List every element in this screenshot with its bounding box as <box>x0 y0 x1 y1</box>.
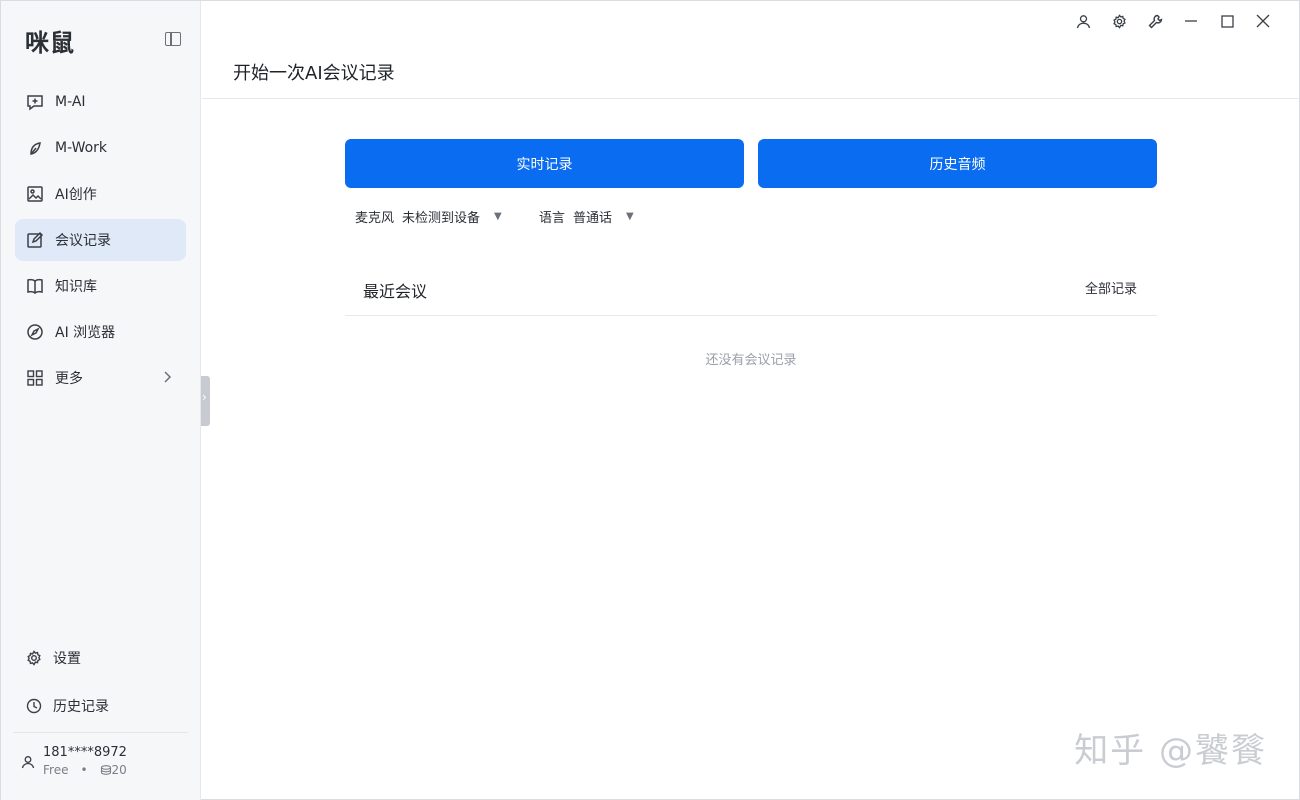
page-title: 开始一次AI会议记录 <box>233 63 395 84</box>
sidebar-item-label: AI创作 <box>55 187 97 203</box>
minimize-icon <box>1184 14 1198 28</box>
gear-icon <box>1112 13 1127 29</box>
app-window: 咪鼠 M-AI M-Work AI创作 会议记录 知识库 AI 浏览器 更多 设… <box>0 0 1300 800</box>
sidebar-item-more[interactable]: 更多 <box>15 357 186 399</box>
book-icon <box>25 276 45 296</box>
user-phone: 181****8972 <box>43 745 127 760</box>
settings-label: 设置 <box>53 651 81 667</box>
history-label: 历史记录 <box>53 699 109 715</box>
sidebar-divider <box>13 732 188 733</box>
sidebar-item-ai-create[interactable]: AI创作 <box>15 173 186 215</box>
history-button[interactable]: 历史记录 <box>25 696 109 716</box>
plan-badge: Free <box>43 763 69 777</box>
microphone-select[interactable]: 麦克风 未检测到设备 ▼ <box>355 207 502 226</box>
caret-down-icon: ▼ <box>626 211 634 222</box>
separator-dot: • <box>80 763 88 777</box>
leaf-icon <box>25 138 45 158</box>
sidebar-item-meeting-notes[interactable]: 会议记录 <box>15 219 186 261</box>
minimize-button[interactable] <box>1173 11 1209 31</box>
tools-button[interactable] <box>1137 11 1173 31</box>
recent-divider <box>345 315 1157 316</box>
close-icon <box>1256 14 1270 28</box>
history-audio-button[interactable]: 历史音频 <box>758 139 1157 188</box>
sidebar-item-label: M-Work <box>55 140 108 156</box>
maximize-button[interactable] <box>1209 11 1245 31</box>
microphone-value: 未检测到设备 <box>402 211 481 226</box>
maximize-icon <box>1220 14 1234 28</box>
sidebar-item-m-work[interactable]: M-Work <box>15 127 186 169</box>
user-icon <box>21 755 37 771</box>
recent-meetings-title: 最近会议 <box>363 282 428 301</box>
microphone-label: 麦克风 <box>355 211 395 226</box>
sidebar-item-label: M-AI <box>55 94 86 110</box>
sidebar-collapse-icon[interactable] <box>165 32 181 46</box>
caret-down-icon: ▼ <box>494 211 502 222</box>
close-button[interactable] <box>1245 11 1281 31</box>
settings-button[interactable] <box>1101 11 1137 31</box>
sidebar-item-label: 会议记录 <box>55 233 111 249</box>
app-logo: 咪鼠 <box>25 29 75 57</box>
sidebar: 咪鼠 M-AI M-Work AI创作 会议记录 知识库 AI 浏览器 更多 设… <box>1 1 201 800</box>
wrench-icon <box>1148 14 1163 29</box>
settings-button[interactable]: 设置 <box>25 648 81 668</box>
compass-icon <box>25 322 45 342</box>
chat-spark-icon <box>25 92 45 112</box>
all-records-link[interactable]: 全部记录 <box>1085 278 1137 297</box>
sidebar-item-label: 知识库 <box>55 279 97 295</box>
grid-icon <box>25 368 45 388</box>
edit-note-icon <box>25 230 45 250</box>
sidebar-item-m-ai[interactable]: M-AI <box>15 81 186 123</box>
window-controls <box>1065 11 1281 31</box>
language-label: 语言 <box>539 211 566 226</box>
account-button[interactable] <box>1065 11 1101 31</box>
sidebar-nav: M-AI M-Work AI创作 会议记录 知识库 AI 浏览器 更多 <box>15 81 186 403</box>
chevron-right-icon <box>162 370 172 384</box>
header-divider <box>202 98 1299 99</box>
gear-icon <box>25 649 43 667</box>
credits-count: 20 <box>111 763 127 777</box>
language-select[interactable]: 语言 普通话 ▼ <box>539 207 634 226</box>
sidebar-item-ai-browser[interactable]: AI 浏览器 <box>15 311 186 353</box>
language-value: 普通话 <box>573 211 613 226</box>
user-icon <box>1076 14 1091 29</box>
sidebar-item-knowledge-base[interactable]: 知识库 <box>15 265 186 307</box>
empty-state-text: 还没有会议记录 <box>705 353 797 368</box>
sidebar-item-label: 更多 <box>55 371 83 387</box>
sidebar-resize-handle[interactable] <box>201 376 210 426</box>
live-record-button[interactable]: 实时记录 <box>345 139 744 188</box>
image-icon <box>25 184 45 204</box>
clock-icon <box>25 697 43 715</box>
credits-icon <box>100 764 112 776</box>
user-account[interactable]: 181****8972 Free • 20 <box>21 745 127 777</box>
watermark: 知乎 @饕餮 <box>1074 731 1267 771</box>
sidebar-item-label: AI 浏览器 <box>55 325 116 341</box>
